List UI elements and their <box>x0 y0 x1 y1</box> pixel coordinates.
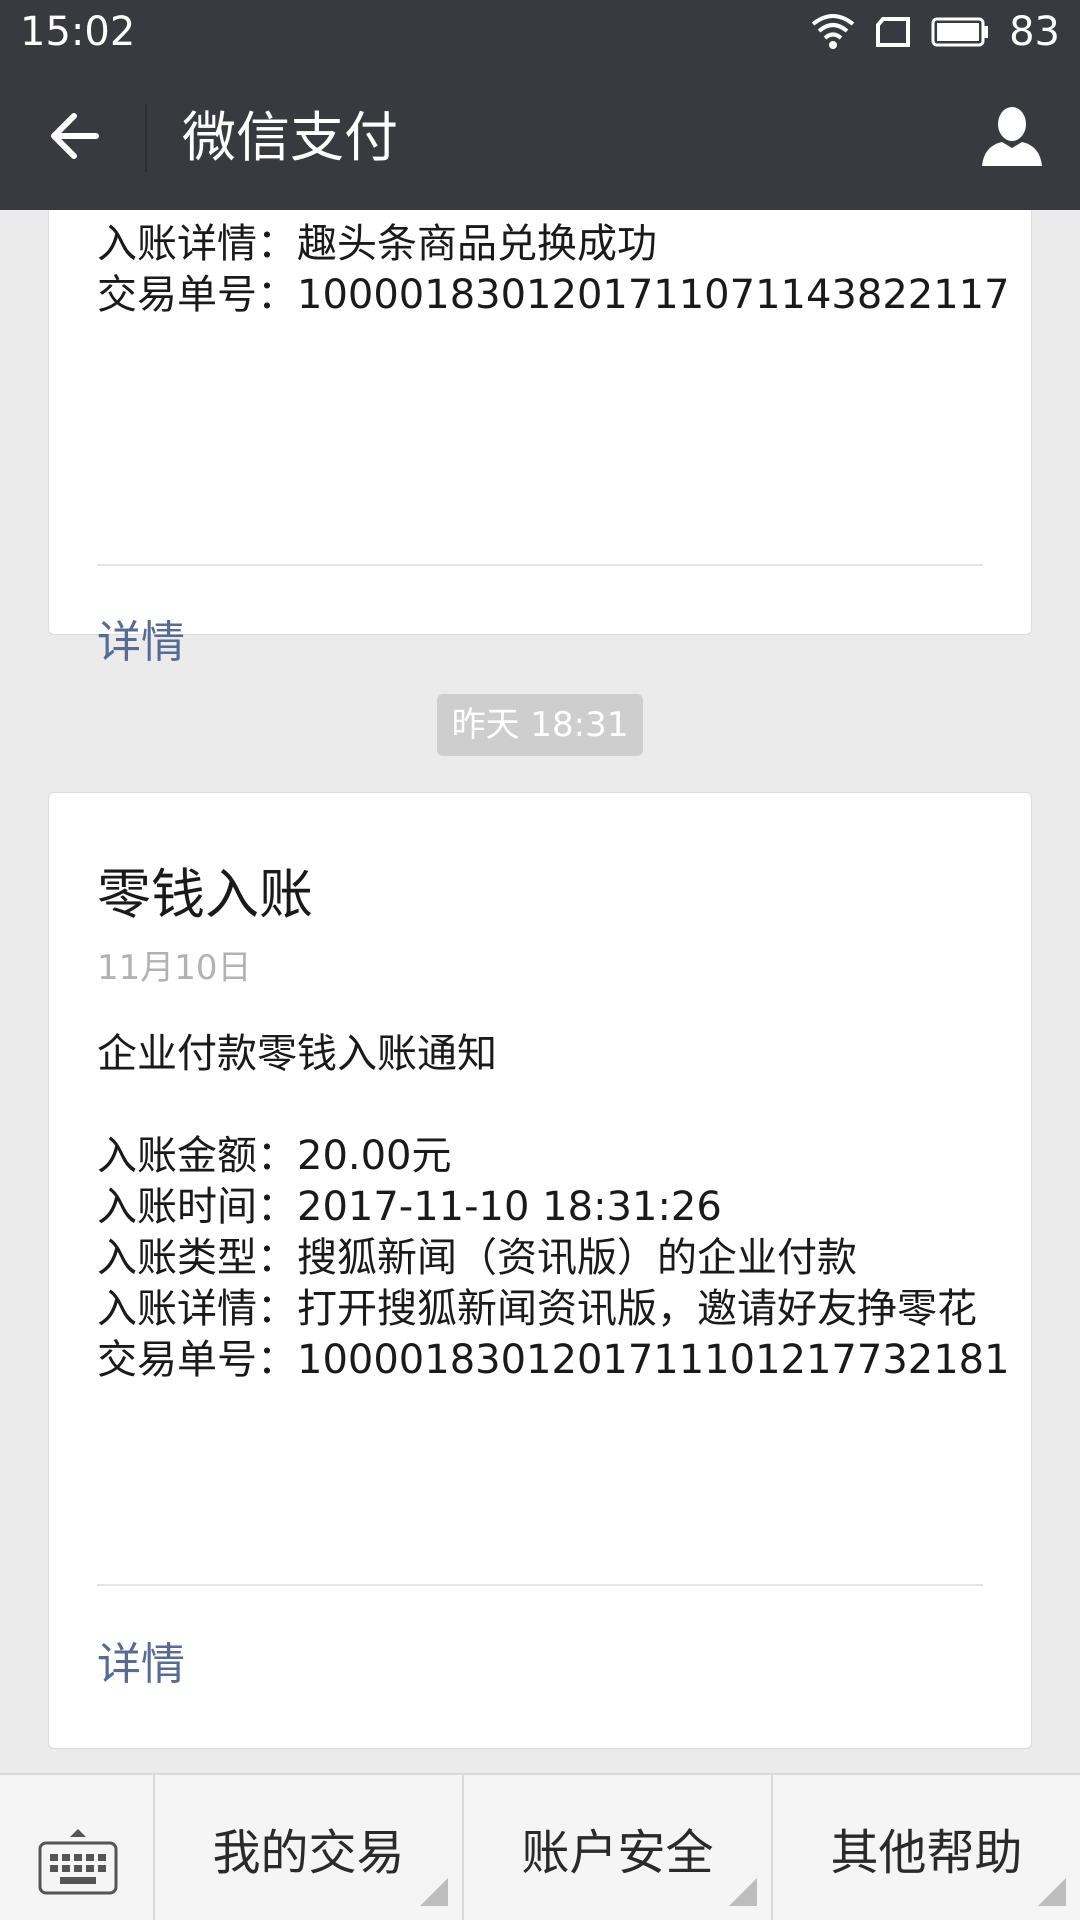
amount-line: 入账金额：20.00元 <box>97 1133 452 1179</box>
message-card-2: 零钱入账 11月10日 企业付款零钱入账通知 入账金额：20.00元 入账时间：… <box>48 792 1032 1749</box>
card-title: 零钱入账 <box>97 863 313 926</box>
details-link[interactable]: 详情 <box>97 616 185 670</box>
battery-icon <box>931 17 989 47</box>
card-body: 入账金额：20.00元 入账时间：2017-11-10 18:31:26 入账类… <box>97 1131 1010 1386</box>
keyboard-toggle-button[interactable] <box>0 1775 155 1920</box>
menu-label: 账户安全 <box>521 1824 714 1881</box>
title-bar: 微信支付 <box>0 64 1080 210</box>
sim-card-icon <box>875 16 911 48</box>
menu-label: 其他帮助 <box>830 1824 1023 1881</box>
card-divider <box>97 1584 983 1586</box>
page-title: 微信支付 <box>182 106 398 169</box>
transaction-number-line: 交易单号：100001830120171107114382211​7 <box>97 272 1010 318</box>
time-line: 入账时间：2017-11-10 18:31:26 <box>97 1184 722 1230</box>
card-date: 11月10日 <box>97 948 252 988</box>
card-intro: 企业付款零钱入账通知 <box>97 1031 497 1077</box>
keyboard-icon <box>38 1827 118 1901</box>
type-line: 入账类型：搜狐新闻（资讯版）的企业付款 <box>97 1235 857 1281</box>
card-divider <box>97 564 983 566</box>
back-arrow-icon <box>48 112 100 164</box>
submenu-corner-icon <box>729 1878 757 1906</box>
message-card-1: 入账详情：趣头条商品兑换成功 交易单号：10000183012017110711… <box>48 210 1032 668</box>
message-timestamp: 昨天 18:31 <box>437 694 643 756</box>
menu-account-security[interactable]: 账户安全 <box>464 1775 773 1920</box>
menu-label: 我的交易 <box>212 1824 405 1881</box>
menu-other-help[interactable]: 其他帮助 <box>773 1775 1080 1920</box>
submenu-corner-icon <box>1038 1878 1066 1906</box>
detail-line: 入账详情：打开搜狐新闻资讯版，邀请好友挣零花 <box>97 1286 977 1332</box>
detail-line: 入账详情：趣头条商品兑换成功 <box>97 221 657 267</box>
bottom-menu-bar: 我的交易 账户安全 其他帮助 <box>0 1773 1080 1920</box>
wifi-icon <box>811 12 855 52</box>
transaction-number-line: 交易单号：1000018301201711101217732181 <box>97 1337 1010 1383</box>
menu-my-transactions[interactable]: 我的交易 <box>155 1775 464 1920</box>
battery-level: 83 <box>1009 9 1060 55</box>
message-list[interactable]: 入账详情：趣头条商品兑换成功 交易单号：10000183012017110711… <box>0 210 1080 1773</box>
profile-button[interactable] <box>972 98 1052 178</box>
status-time: 15:02 <box>20 9 136 55</box>
title-divider <box>145 104 147 172</box>
status-indicators: 83 <box>811 8 1060 56</box>
submenu-corner-icon <box>420 1878 448 1906</box>
details-link[interactable]: 详情 <box>97 1638 185 1692</box>
status-bar: 15:02 83 <box>0 0 1080 64</box>
card-body: 入账详情：趣头条商品兑换成功 交易单号：10000183012017110711… <box>97 219 1010 321</box>
back-button[interactable] <box>36 100 112 176</box>
person-icon <box>980 104 1044 172</box>
